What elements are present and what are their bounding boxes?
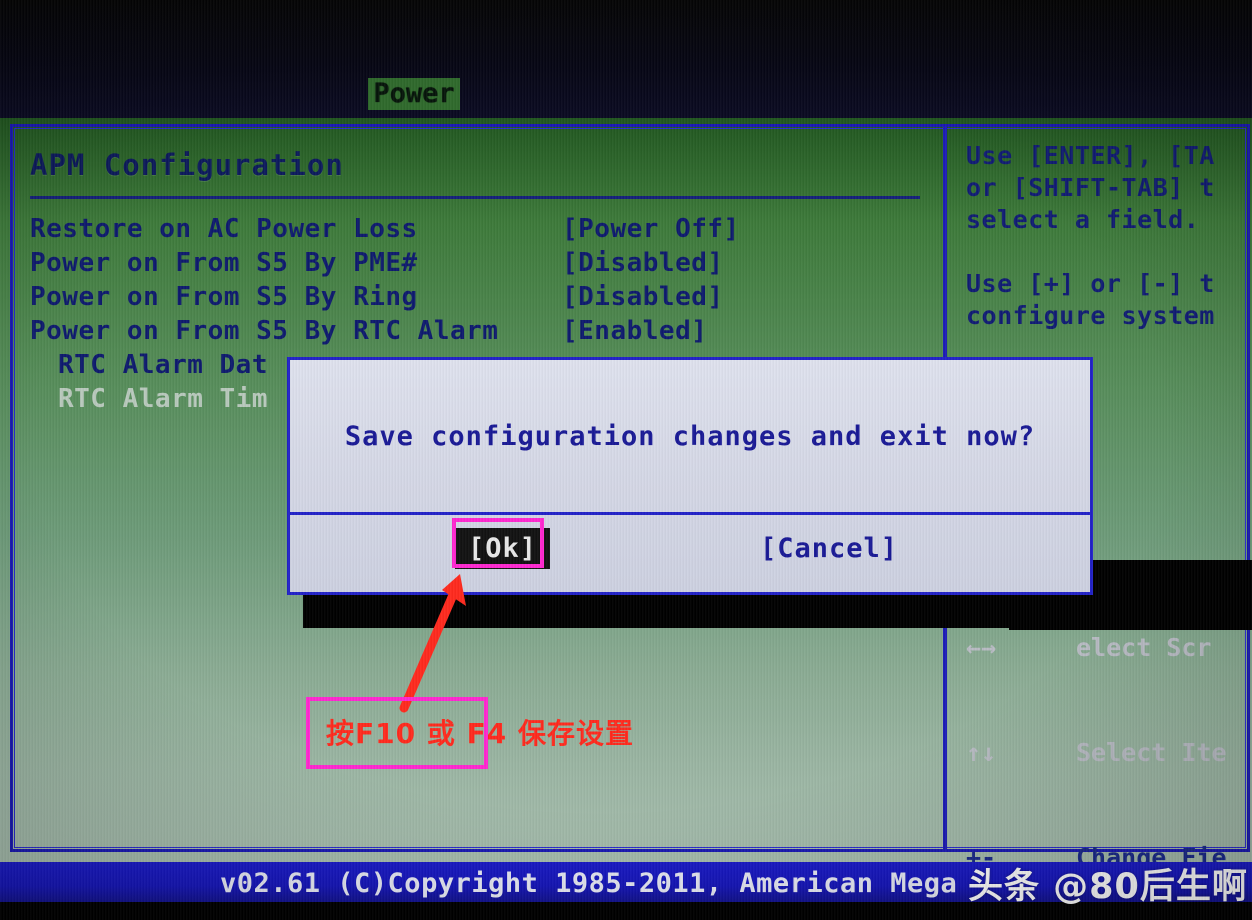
setting-row[interactable]: Power on From S5 By RTC Alarm [Enabled]: [30, 316, 940, 350]
bios-surface: Power APM Configuration Restore on AC Po…: [0, 0, 1252, 920]
setting-row[interactable]: Power on From S5 By PME# [Disabled]: [30, 248, 940, 282]
copyright-text: v02.61 (C)Copyright 1985-2011, American …: [220, 868, 958, 899]
dialog-message: Save configuration changes and exit now?: [344, 420, 1036, 452]
dialog-button-row: [Ok] [Cancel]: [290, 515, 1090, 592]
setting-label: Power on From S5 By PME#: [30, 248, 418, 278]
page-title: APM Configuration: [30, 148, 344, 182]
dialog-shadow: [303, 592, 1109, 628]
help-paragraph-1: Use [ENTER], [TA or [SHIFT-TAB] t select…: [966, 141, 1215, 234]
setting-row[interactable]: Restore on AC Power Loss [Power Off]: [30, 214, 940, 248]
setting-value[interactable]: [Power Off]: [562, 214, 740, 244]
setting-row[interactable]: Power on From S5 By Ring [Disabled]: [30, 282, 940, 316]
bios-screen: Power APM Configuration Restore on AC Po…: [0, 0, 1252, 920]
setting-label: Power on From S5 By Ring: [30, 282, 418, 312]
legend-row: ←→ elect Scr: [966, 630, 1252, 665]
legend-desc: elect Scr: [1076, 633, 1212, 662]
legend-row: ↑↓ Select Ite: [966, 735, 1252, 770]
dialog-message-area: Save configuration changes and exit now?: [290, 360, 1090, 512]
legend-key: ←→: [966, 633, 997, 662]
tab-power[interactable]: Power: [368, 78, 460, 110]
watermark: 头条 @80后生啊: [968, 867, 1248, 907]
title-separator: [30, 196, 920, 199]
help-paragraph-2: Use [+] or [-] t configure system: [966, 269, 1215, 330]
annotation-note-text: 按F10 或 F4 保存设置: [326, 717, 634, 750]
setting-value[interactable]: [Disabled]: [562, 282, 724, 312]
cancel-button[interactable]: [Cancel]: [760, 533, 898, 564]
setting-value[interactable]: [Disabled]: [562, 248, 724, 278]
save-confirm-dialog[interactable]: Save configuration changes and exit now?…: [287, 357, 1093, 595]
legend-desc: Select Ite: [1076, 738, 1227, 767]
setting-value[interactable]: [Enabled]: [562, 316, 707, 346]
setting-label: Restore on AC Power Loss: [30, 214, 418, 244]
ok-button[interactable]: [Ok]: [455, 528, 551, 569]
setting-label: Power on From S5 By RTC Alarm: [30, 316, 499, 346]
menu-bar: Power: [0, 0, 1252, 118]
legend-key: ↑↓: [966, 738, 997, 767]
